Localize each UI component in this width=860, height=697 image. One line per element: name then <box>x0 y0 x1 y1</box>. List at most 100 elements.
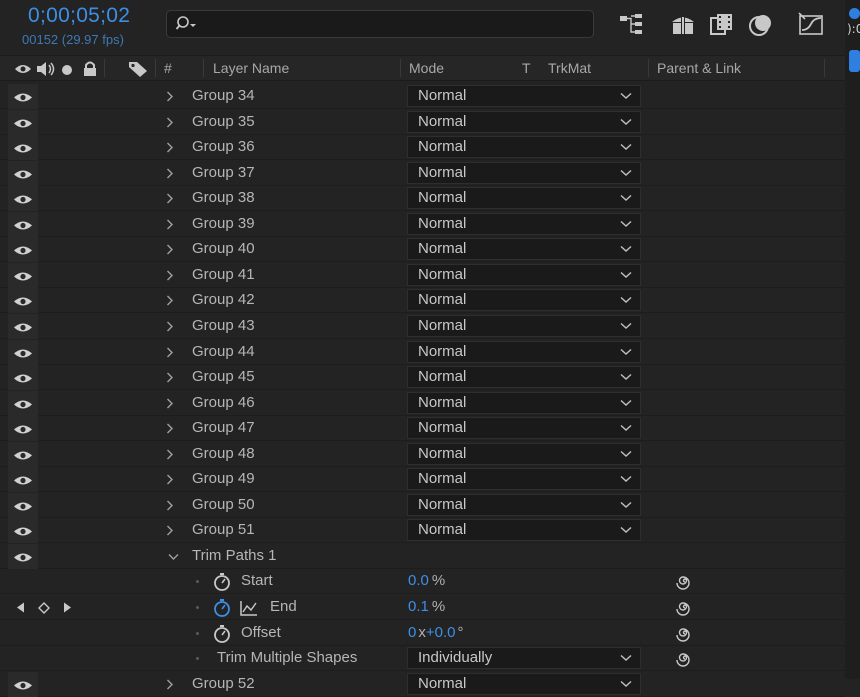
table-row[interactable]: Group 48 Normal <box>0 441 845 467</box>
mode-dropdown[interactable]: Normal <box>407 519 641 542</box>
composition-flowchart-icon[interactable] <box>619 12 645 38</box>
layer-name[interactable]: Group 52 <box>192 675 255 692</box>
offset-revolutions-value[interactable]: 0 <box>408 624 416 641</box>
expand-chevron-icon[interactable] <box>166 117 174 128</box>
table-row[interactable]: Group 42 Normal <box>0 288 845 314</box>
property-row-trim-multiple[interactable]: Trim Multiple Shapes Individually <box>0 646 845 672</box>
layer-name[interactable]: Group 42 <box>192 291 255 308</box>
next-keyframe-icon[interactable] <box>63 602 72 613</box>
expand-chevron-icon[interactable] <box>166 219 174 230</box>
mode-dropdown[interactable]: Normal <box>407 672 641 695</box>
table-row[interactable]: Group 45 Normal <box>0 365 845 391</box>
offset-degrees-value[interactable]: +0.0 <box>426 624 456 641</box>
expression-pickwhip-icon[interactable] <box>676 625 694 643</box>
visibility-eye-icon[interactable] <box>13 194 33 205</box>
layer-name[interactable]: Group 49 <box>192 470 255 487</box>
lock-icon[interactable] <box>82 60 98 77</box>
expand-chevron-icon[interactable] <box>166 449 174 460</box>
table-row[interactable]: Group 40 Normal <box>0 237 845 263</box>
table-row[interactable]: Group 41 Normal <box>0 262 845 288</box>
visibility-eye-icon[interactable] <box>13 552 33 563</box>
draft-3d-icon[interactable] <box>670 12 696 38</box>
mode-dropdown[interactable]: Normal <box>407 263 641 286</box>
visibility-eye-icon[interactable] <box>13 680 33 691</box>
preserve-transparency-header[interactable]: T <box>522 60 531 76</box>
expand-chevron-icon[interactable] <box>166 270 174 281</box>
add-keyframe-icon[interactable] <box>38 602 50 614</box>
time-marker-icon[interactable] <box>849 8 860 19</box>
current-time-display[interactable]: 0;00;05;02 <box>28 4 130 28</box>
visibility-eye-icon[interactable] <box>13 245 33 256</box>
frame-blending-icon[interactable] <box>710 12 734 38</box>
property-row-end[interactable]: End 0.1% <box>0 595 845 620</box>
table-row[interactable]: Group 39 Normal <box>0 211 845 237</box>
audio-speaker-icon[interactable] <box>36 61 56 77</box>
layer-name[interactable]: Group 39 <box>192 215 255 232</box>
visibility-eye-icon[interactable] <box>13 399 33 410</box>
expand-chevron-icon[interactable] <box>166 168 174 179</box>
stopwatch-icon[interactable] <box>212 572 232 592</box>
expand-chevron-icon[interactable] <box>166 474 174 485</box>
layer-name[interactable]: Group 40 <box>192 240 255 257</box>
layer-name[interactable]: Group 51 <box>192 521 255 538</box>
visibility-eye-icon[interactable] <box>13 475 33 486</box>
visibility-eye-icon[interactable] <box>13 271 33 282</box>
layer-name[interactable]: Group 44 <box>192 343 255 360</box>
visibility-eye-icon[interactable] <box>13 322 33 333</box>
expand-chevron-icon[interactable] <box>166 398 174 409</box>
expand-chevron-icon[interactable] <box>166 525 174 536</box>
layer-name[interactable]: Trim Paths 1 <box>192 547 276 564</box>
visibility-eye-icon[interactable] <box>13 296 33 307</box>
mode-header[interactable]: Mode <box>409 60 444 76</box>
expression-pickwhip-icon[interactable] <box>676 599 694 617</box>
table-row[interactable]: Group 44 Normal <box>0 339 845 365</box>
table-row[interactable]: Group 38 Normal <box>0 186 845 212</box>
mode-dropdown[interactable]: Normal <box>407 187 641 210</box>
table-row[interactable]: Group 36 Normal <box>0 135 845 161</box>
expand-chevron-icon[interactable] <box>166 142 174 153</box>
visibility-eye-icon[interactable] <box>13 348 33 359</box>
mode-dropdown[interactable]: Normal <box>407 161 641 184</box>
layer-name[interactable]: Group 48 <box>192 445 255 462</box>
graph-editor-icon[interactable] <box>798 12 826 38</box>
expand-chevron-icon[interactable] <box>166 372 174 383</box>
trim-multiple-dropdown[interactable]: Individually <box>407 647 641 670</box>
expand-chevron-icon[interactable] <box>166 500 174 511</box>
mode-dropdown[interactable]: Normal <box>407 417 641 440</box>
motion-blur-icon[interactable] <box>748 12 774 38</box>
table-row[interactable]: Group 37 Normal <box>0 160 845 186</box>
layer-name[interactable]: Group 50 <box>192 496 255 513</box>
mode-dropdown[interactable]: Normal <box>407 391 641 414</box>
mode-dropdown[interactable]: Normal <box>407 340 641 363</box>
visibility-eye-icon[interactable] <box>13 169 33 180</box>
layer-name[interactable]: Group 34 <box>192 87 255 104</box>
layer-name[interactable]: Group 43 <box>192 317 255 334</box>
track-matte-header[interactable]: TrkMat <box>548 60 591 76</box>
solo-dot-icon[interactable] <box>61 64 73 76</box>
visibility-eye-icon[interactable] <box>13 118 33 129</box>
table-row[interactable]: Group 51 Normal <box>0 518 845 544</box>
table-row[interactable]: Group 47 Normal <box>0 416 845 442</box>
partial-table-row[interactable]: Group 52 Normal <box>0 671 845 697</box>
visibility-eye-icon[interactable] <box>13 92 33 103</box>
start-value[interactable]: 0.0 <box>408 572 429 589</box>
parent-link-header[interactable]: Parent & Link <box>657 60 741 76</box>
visibility-eye-icon[interactable] <box>13 373 33 384</box>
mode-dropdown[interactable]: Normal <box>407 110 641 133</box>
trim-paths-row[interactable]: Trim Paths 1 <box>0 543 845 569</box>
prev-keyframe-icon[interactable] <box>16 602 25 613</box>
layer-name[interactable]: Group 47 <box>192 419 255 436</box>
expression-pickwhip-icon[interactable] <box>676 573 694 591</box>
layer-name[interactable]: Group 46 <box>192 394 255 411</box>
expression-pickwhip-icon[interactable] <box>676 650 694 668</box>
visibility-eye-icon[interactable] <box>13 450 33 461</box>
work-area-handle[interactable] <box>849 50 860 72</box>
visibility-eye-icon[interactable] <box>13 220 33 231</box>
mode-dropdown[interactable]: Normal <box>407 212 641 235</box>
collapse-chevron-icon[interactable] <box>168 553 179 561</box>
mode-dropdown[interactable]: Normal <box>407 289 641 312</box>
mode-dropdown[interactable]: Normal <box>407 366 641 389</box>
mode-dropdown[interactable]: Normal <box>407 442 641 465</box>
graph-icon[interactable] <box>240 600 258 616</box>
expand-chevron-icon[interactable] <box>166 679 174 690</box>
